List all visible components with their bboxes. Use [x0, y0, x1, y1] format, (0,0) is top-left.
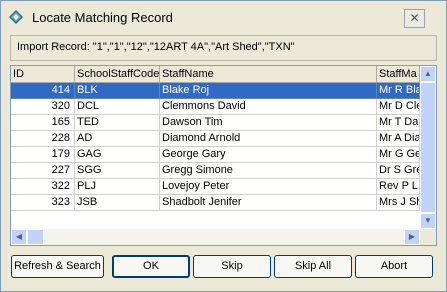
- cell-schoolstaffcode: SGG: [75, 163, 160, 179]
- column-header-id[interactable]: ID: [11, 66, 75, 83]
- cell-schoolstaffcode: TED: [75, 115, 160, 131]
- cell-staffname: Dawson Tim: [160, 115, 377, 131]
- scroll-down-icon[interactable]: ▼: [420, 213, 436, 229]
- cell-staffma: Mr A Dia: [377, 131, 420, 147]
- records-grid[interactable]: ID SchoolStaffCode StaffName StaffMa 414…: [10, 65, 437, 246]
- cell-id: 165: [11, 115, 75, 131]
- locate-matching-record-dialog: Locate Matching Record ✕ Import Record: …: [0, 0, 447, 292]
- table-row[interactable]: 228 AD Diamond Arnold Mr A Dia: [11, 131, 421, 147]
- cell-staffname: Lovejoy Peter: [160, 179, 377, 195]
- cell-schoolstaffcode: PLJ: [75, 179, 160, 195]
- column-header-staffma[interactable]: StaffMa: [377, 66, 420, 83]
- table-row[interactable]: 320 DCL Clemmons David Mr D Cle: [11, 99, 421, 115]
- scrollbar-corner: [420, 229, 436, 245]
- title-bar: Locate Matching Record ✕: [1, 1, 446, 34]
- import-record-panel: Import Record: "1","1","12","12ART 4A","…: [10, 35, 437, 61]
- horizontal-scrollbar[interactable]: ◀ ▶: [11, 229, 420, 245]
- diamond-app-icon: [9, 10, 23, 24]
- scroll-left-icon[interactable]: ◀: [11, 229, 27, 245]
- vertical-scroll-thumb[interactable]: [420, 82, 436, 213]
- cell-staffname: Diamond Arnold: [160, 131, 377, 147]
- cell-id: 227: [11, 163, 75, 179]
- table-row[interactable]: 165 TED Dawson Tim Mr T Da: [11, 115, 421, 131]
- cell-staffma: Mr D Cle: [377, 99, 420, 115]
- window-title: Locate Matching Record: [32, 10, 173, 25]
- cell-schoolstaffcode: GAG: [75, 147, 160, 163]
- close-button[interactable]: ✕: [404, 9, 425, 28]
- cell-staffname: Blake Roj: [160, 83, 377, 99]
- vertical-scrollbar[interactable]: ▲ ▼: [420, 66, 436, 229]
- horizontal-scroll-thumb[interactable]: [27, 229, 44, 245]
- import-record-label: Import Record: "1","1","12","12ART 4A","…: [17, 41, 295, 53]
- cell-id: 414: [11, 83, 75, 99]
- cell-id: 320: [11, 99, 75, 115]
- cell-staffma: Mr G Ge: [377, 147, 420, 163]
- cell-staffma: Dr S Gre: [377, 163, 420, 179]
- cell-id: 228: [11, 131, 75, 147]
- cell-staffname: Clemmons David: [160, 99, 377, 115]
- cell-schoolstaffcode: DCL: [75, 99, 160, 115]
- table-row[interactable]: 227 SGG Gregg Simone Dr S Gre: [11, 163, 421, 179]
- cell-schoolstaffcode: AD: [75, 131, 160, 147]
- scroll-right-icon[interactable]: ▶: [404, 229, 420, 245]
- column-header-schoolstaffcode[interactable]: SchoolStaffCode: [75, 66, 160, 83]
- table-row[interactable]: 323 JSB Shadbolt Jenifer Mrs J Sh: [11, 195, 421, 211]
- cell-id: 323: [11, 195, 75, 211]
- abort-button[interactable]: Abort: [355, 255, 433, 278]
- cell-staffma: Mrs J Sh: [377, 195, 420, 211]
- table-row[interactable]: 414 BLK Blake Roj Mr R Bla: [11, 83, 421, 99]
- cell-id: 179: [11, 147, 75, 163]
- cell-schoolstaffcode: JSB: [75, 195, 160, 211]
- cell-schoolstaffcode: BLK: [75, 83, 160, 99]
- column-header-staffname[interactable]: StaffName: [160, 66, 377, 83]
- cell-staffma: Rev P L: [377, 179, 420, 195]
- skip-all-button[interactable]: Skip All: [274, 255, 352, 278]
- cell-staffname: Shadbolt Jenifer: [160, 195, 377, 211]
- cell-id: 322: [11, 179, 75, 195]
- cell-staffma: Mr T Da: [377, 115, 420, 131]
- scroll-up-icon[interactable]: ▲: [420, 66, 436, 82]
- cell-staffname: George Gary: [160, 147, 377, 163]
- skip-button[interactable]: Skip: [193, 255, 271, 278]
- cell-staffma: Mr R Bla: [377, 83, 420, 99]
- ok-button[interactable]: OK: [112, 255, 190, 278]
- table-row[interactable]: 179 GAG George Gary Mr G Ge: [11, 147, 421, 163]
- table-row[interactable]: 322 PLJ Lovejoy Peter Rev P L: [11, 179, 421, 195]
- refresh-search-button[interactable]: Refresh & Search: [11, 255, 104, 278]
- cell-staffname: Gregg Simone: [160, 163, 377, 179]
